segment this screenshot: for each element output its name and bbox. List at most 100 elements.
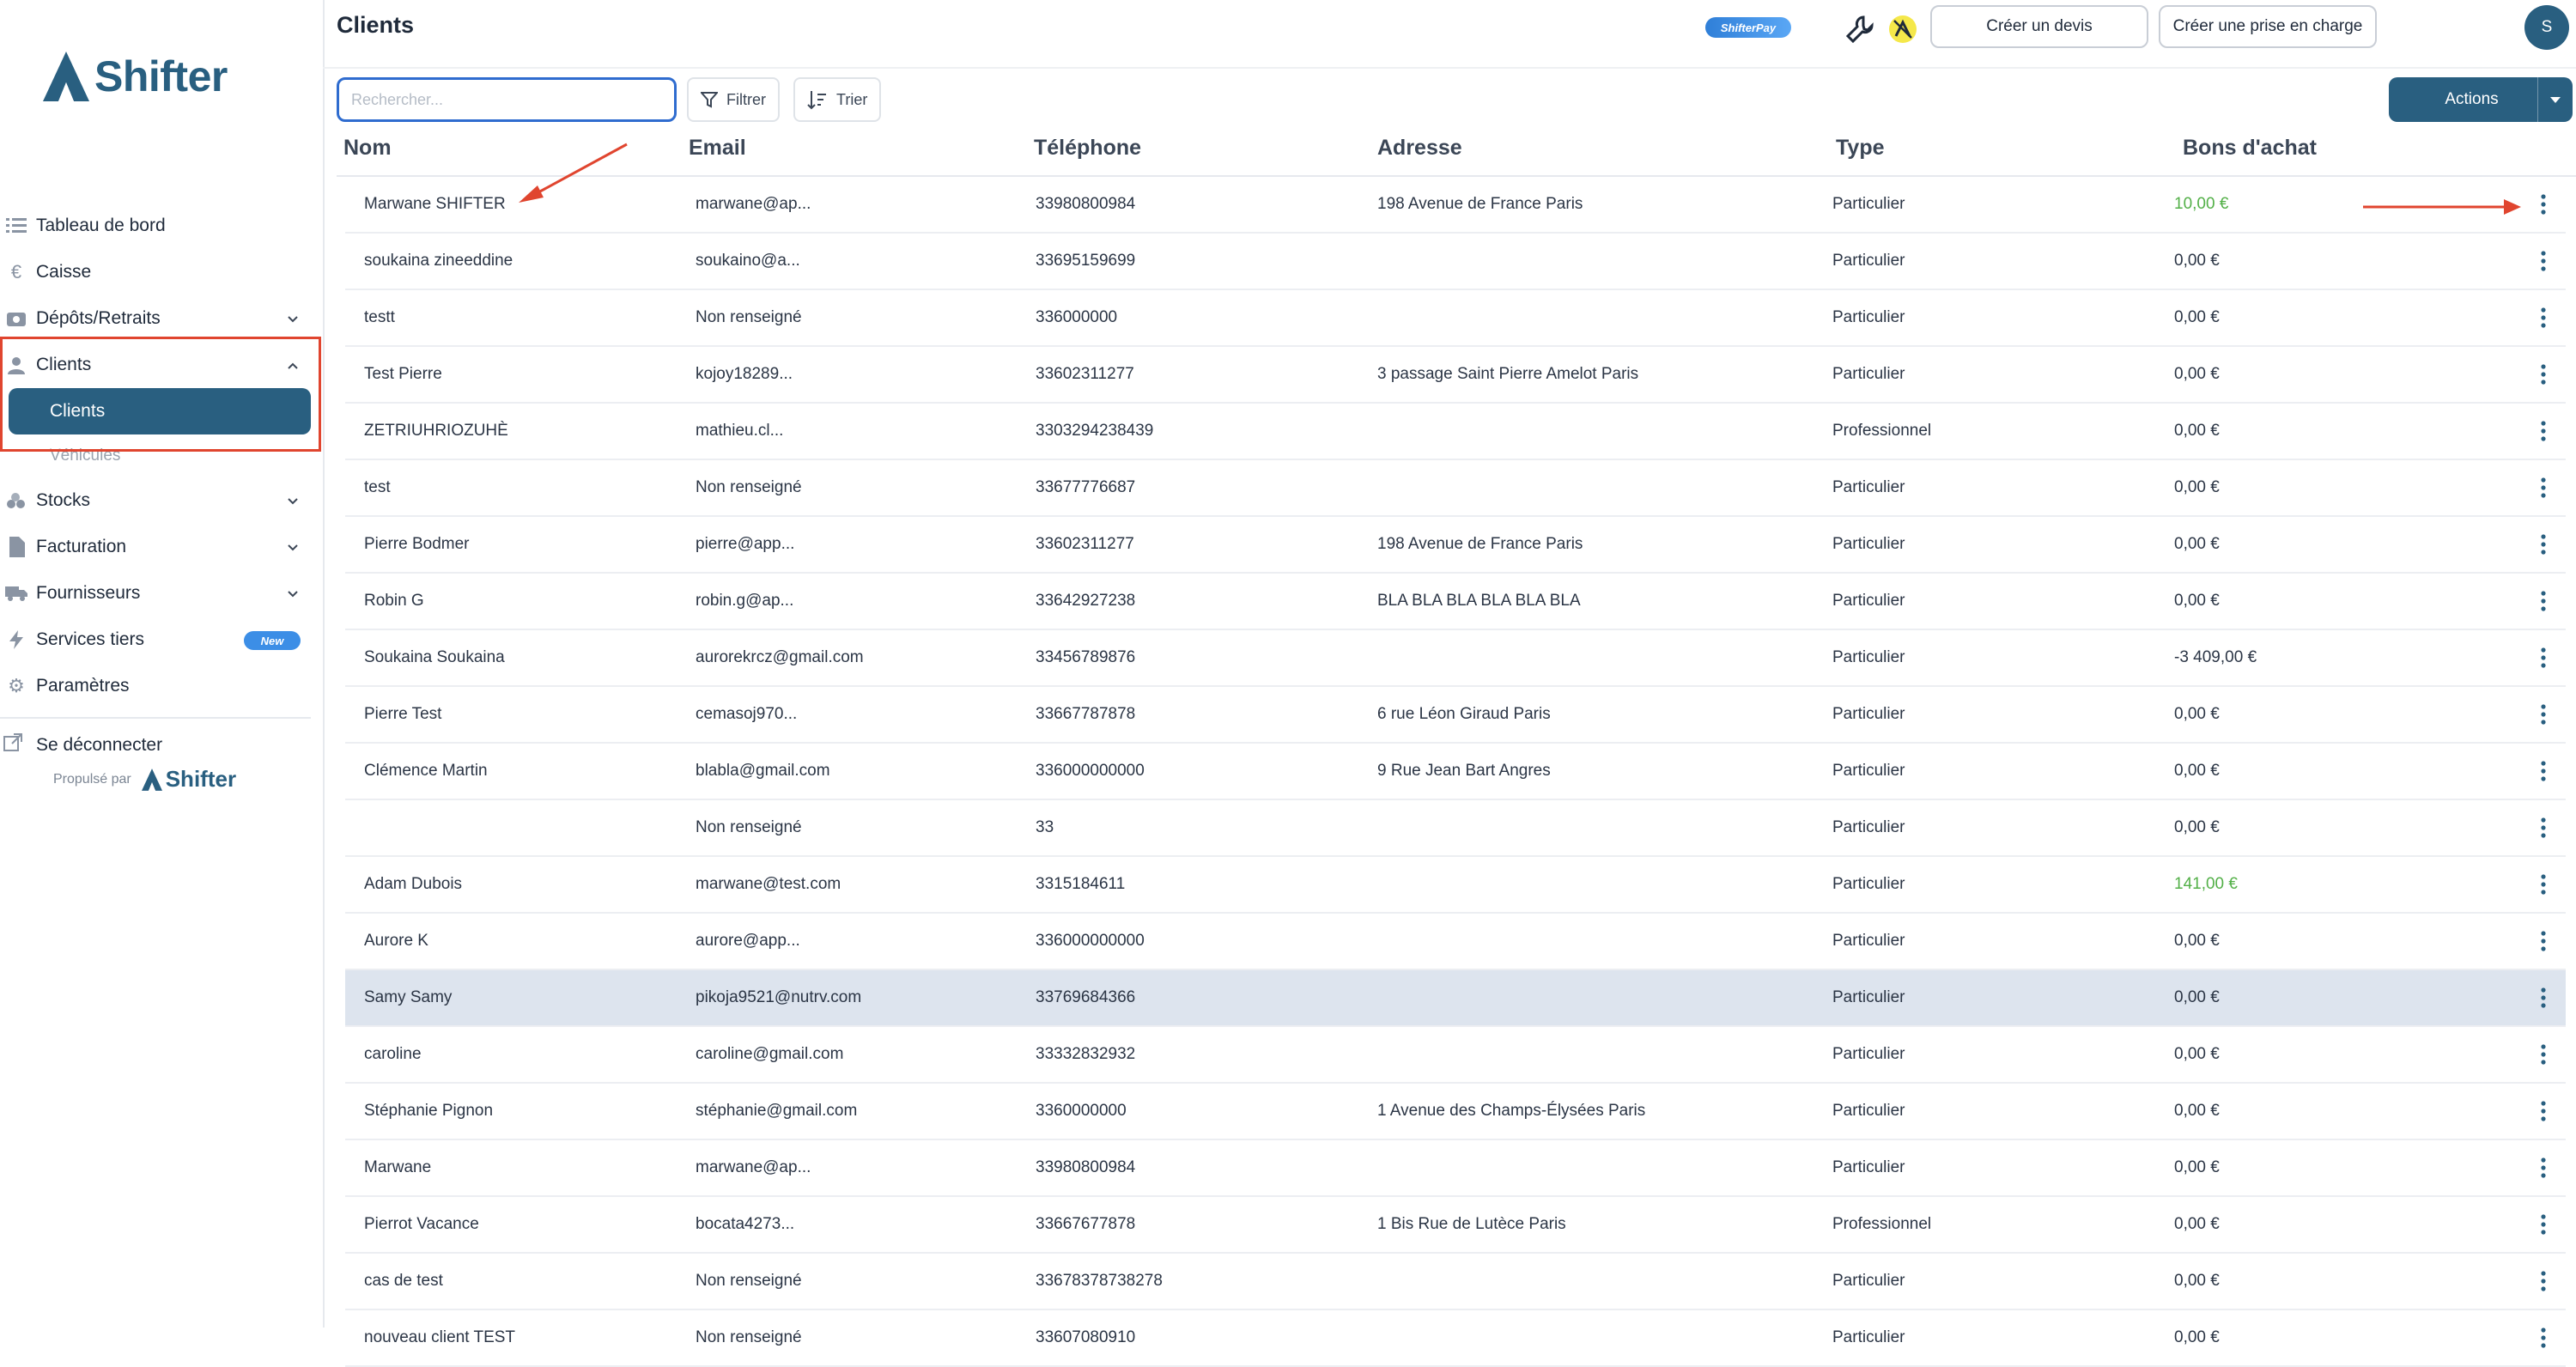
shifter-highlight-icon[interactable] [1886,12,1920,46]
table-row[interactable]: test Non renseigné 33677776687 Particulier 0… [345,460,2566,517]
kebab-menu-icon[interactable] [2535,1155,2552,1181]
client-type: Particulier [1832,705,1905,723]
gear-icon: ⚙ [8,675,25,696]
client-address: 6 rue Léon Giraud Paris [1377,705,1551,723]
kebab-menu-icon[interactable] [2535,1098,2552,1124]
chevron-up-icon[interactable] [287,355,299,375]
sidebar-item-caisse[interactable]: € Caisse [0,249,323,295]
client-name: Samy Samy [364,988,453,1006]
create-intake-button[interactable]: Créer une prise en charge [2159,5,2377,48]
page-title: Clients [337,12,415,38]
client-name: Pierre Test [364,705,442,723]
kebab-menu-icon[interactable] [2535,702,2552,727]
kebab-menu-icon[interactable] [2535,361,2552,387]
kebab-menu-icon[interactable] [2535,1042,2552,1067]
kebab-menu-icon[interactable] [2535,758,2552,784]
logout-button[interactable]: Se déconnecter [0,726,309,764]
kebab-menu-icon[interactable] [2535,928,2552,954]
stocks-icon [3,488,29,513]
sidebar-item-dashboard[interactable]: Tableau de bord [0,203,323,249]
client-email: Non renseigné [696,478,802,496]
sort-button[interactable]: Trier [793,77,882,122]
kebab-menu-icon[interactable] [2535,645,2552,671]
kebab-menu-icon[interactable] [2535,985,2552,1011]
table-row[interactable]: Pierrot Vacance bocata4273... 33667677878 1… [345,1197,2566,1254]
kebab-menu-icon[interactable] [2535,191,2552,217]
avatar[interactable]: S [2524,5,2569,50]
kebab-menu-icon[interactable] [2535,1212,2552,1237]
create-quote-button[interactable]: Créer un devis [1930,5,2148,48]
actions-label: Actions [2445,90,2499,108]
client-type: Particulier [1832,1272,1905,1290]
client-name: Soukaina Soukaina [364,648,505,666]
table-row[interactable]: Non renseigné 33 Particulier 0,00 € [345,800,2566,857]
table-row[interactable]: Test Pierre kojoy18289... 33602311277 3 pas… [345,347,2566,404]
table-row[interactable]: Robin G robin.g@ap... 33642927238 BLA BLA B… [345,574,2566,630]
table-row[interactable]: cas de test Non renseigné 33678378738278 Pa… [345,1254,2566,1310]
shifterpay-badge[interactable]: ShifterPay [1705,17,1791,38]
column-header-bons-achat[interactable]: Bons d'achat [2183,136,2317,161]
sidebar-item-clients[interactable]: Clients [0,342,323,388]
client-type: Particulier [1832,1045,1905,1063]
sidebar-item-stocks[interactable]: Stocks [0,477,323,524]
kebab-menu-icon[interactable] [2535,1268,2552,1294]
table-row[interactable]: Pierre Bodmer pierre@app... 33602311277 198… [345,517,2566,574]
table-row[interactable]: Aurore K aurore@app... 336000000000 Particu… [345,914,2566,970]
table-row[interactable]: Pierre Test cemasoj970... 33667787878 6 rue… [345,687,2566,744]
client-address: 3 passage Saint Pierre Amelot Paris [1377,365,1639,383]
column-header-type[interactable]: Type [1836,136,1885,161]
table-header: Nom Email Téléphone Adresse Type Bons d'… [337,127,2576,177]
actions-button[interactable]: Actions [2389,77,2573,122]
chevron-down-icon[interactable] [287,308,299,329]
client-phone: 336000000 [1036,308,1118,326]
logo-text: Shifter [94,52,228,100]
filter-button[interactable]: Filtrer [687,77,780,122]
table-row[interactable]: testt Non renseigné 336000000 Particulier 0,… [345,290,2566,347]
shifter-logo[interactable]: Shifter [43,52,228,101]
sidebar-item-depots[interactable]: Dépôts/Retraits [0,295,323,342]
sidebar-subitem-vehicules[interactable]: Véhicules [50,447,120,465]
column-header-nom[interactable]: Nom [343,136,392,161]
client-name: Pierre Bodmer [364,535,470,553]
caret-down-icon[interactable] [2537,77,2573,122]
table-row[interactable]: Marwane marwane@ap... 33980800984 Particuli… [345,1140,2566,1197]
chevron-down-icon[interactable] [287,490,299,511]
search-input[interactable] [337,77,677,122]
kebab-menu-icon[interactable] [2535,248,2552,274]
client-vouchers: 0,00 € [2174,1158,2220,1176]
chevron-down-icon[interactable] [287,583,299,604]
chevron-down-icon[interactable] [287,537,299,557]
client-phone: 3315184611 [1036,875,1126,893]
column-header-email[interactable]: Email [689,136,746,161]
kebab-menu-icon[interactable] [2535,532,2552,557]
kebab-menu-icon[interactable] [2535,815,2552,841]
sidebar-item-fournisseurs[interactable]: Fournisseurs [0,570,323,617]
kebab-menu-icon[interactable] [2535,1325,2552,1351]
table-row[interactable]: Adam Dubois marwane@test.com 3315184611 Par… [345,857,2566,914]
table-row[interactable]: ZETRIUHRIOZUHÈ mathieu.cl... 3303294238439… [345,404,2566,460]
table-row[interactable]: Samy Samy pikoja9521@nutrv.com 33769684366… [345,970,2566,1027]
table-row[interactable]: Soukaina Soukaina aurorekrcz@gmail.com 334… [345,630,2566,687]
client-vouchers: 0,00 € [2174,308,2220,326]
kebab-menu-icon[interactable] [2535,588,2552,614]
table-row[interactable]: Clémence Martin blabla@gmail.com 336000000… [345,744,2566,800]
client-vouchers: 0,00 € [2174,365,2220,383]
table-row[interactable]: soukaina zineeddine soukaino@a... 33695159… [345,234,2566,290]
column-header-telephone[interactable]: Téléphone [1034,136,1141,161]
wrench-icon[interactable] [1843,12,1877,46]
table-row[interactable]: nouveau client TEST Non renseigné 33607080… [345,1310,2566,1367]
kebab-menu-icon[interactable] [2535,475,2552,501]
kebab-menu-icon[interactable] [2535,872,2552,897]
table-row[interactable]: Marwane SHIFTER marwane@ap... 33980800984 1… [345,177,2566,234]
table-row[interactable]: caroline caroline@gmail.com 33332832932 Par… [345,1027,2566,1084]
kebab-menu-icon[interactable] [2535,305,2552,331]
client-type: Particulier [1832,648,1905,666]
kebab-menu-icon[interactable] [2535,418,2552,444]
sidebar-item-facturation[interactable]: Facturation [0,524,323,570]
sidebar-subitem-clients[interactable]: Clients [9,388,311,434]
column-header-adresse[interactable]: Adresse [1377,136,1462,161]
client-vouchers: 0,00 € [2174,1215,2220,1233]
table-row[interactable]: Stéphanie Pignon stéphanie@gmail.com 33600… [345,1084,2566,1140]
client-address: 9 Rue Jean Bart Angres [1377,762,1551,780]
sidebar-item-parametres[interactable]: ⚙ Paramètres [0,663,323,709]
